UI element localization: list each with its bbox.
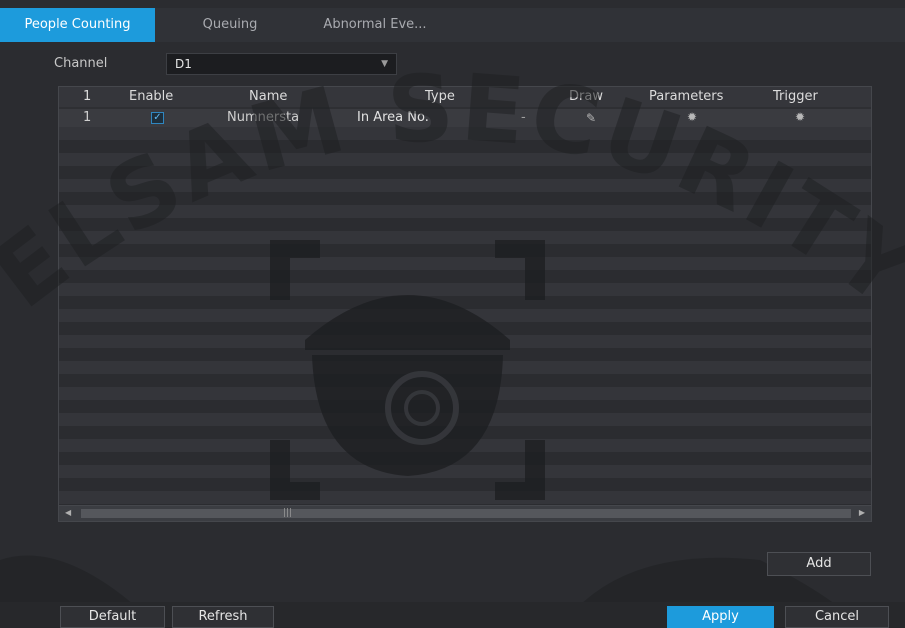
tab-abnormal-events[interactable]: Abnormal Eve... — [305, 8, 445, 42]
cancel-button[interactable]: Cancel — [785, 606, 889, 628]
header-parameters: Parameters — [649, 89, 724, 104]
channel-label: Channel — [54, 56, 108, 71]
header-trigger: Trigger — [773, 89, 818, 104]
header-draw: Draw — [569, 89, 603, 104]
scrollbar-thumb[interactable]: ||| — [81, 508, 851, 518]
add-button[interactable]: Add — [767, 552, 871, 576]
default-button[interactable]: Default — [60, 606, 165, 628]
scroll-left-icon[interactable]: ◀ — [65, 508, 71, 517]
tab-bar: People Counting Queuing Abnormal Eve... — [0, 8, 905, 42]
gear-icon[interactable]: ✹ — [687, 110, 697, 124]
grip-icon: ||| — [283, 508, 293, 518]
header-index: 1 — [83, 89, 92, 104]
header-name: Name — [249, 89, 288, 104]
row-extra: - — [521, 110, 526, 125]
rules-table: 1 Enable Name Type Draw Parameters Trigg… — [58, 86, 872, 522]
row-index: 1 — [83, 110, 92, 125]
horizontal-scrollbar[interactable]: ◀ ||| ▶ — [59, 505, 871, 521]
refresh-button[interactable]: Refresh — [172, 606, 274, 628]
row-type: In Area No. — [357, 110, 429, 125]
enable-checkbox[interactable]: ✓ — [151, 112, 164, 124]
row-name: Numnersta — [227, 110, 300, 125]
table-header: 1 Enable Name Type Draw Parameters Trigg… — [59, 87, 871, 107]
channel-select-value: D1 — [175, 57, 192, 71]
scroll-right-icon[interactable]: ▶ — [859, 508, 865, 517]
header-type: Type — [425, 89, 455, 104]
pencil-icon[interactable]: ✎ — [586, 111, 596, 125]
header-enable: Enable — [129, 89, 174, 104]
gear-icon[interactable]: ✹ — [795, 110, 805, 124]
channel-select[interactable]: D1 ▼ — [166, 53, 397, 75]
apply-button[interactable]: Apply — [667, 606, 774, 628]
chevron-down-icon: ▼ — [381, 59, 388, 69]
tab-queuing[interactable]: Queuing — [185, 8, 275, 42]
table-row[interactable]: 1 ✓ Numnersta In Area No. - ✎ ✹ ✹ — [59, 109, 871, 127]
table-body-background — [59, 127, 871, 505]
tab-people-counting[interactable]: People Counting — [0, 8, 155, 42]
